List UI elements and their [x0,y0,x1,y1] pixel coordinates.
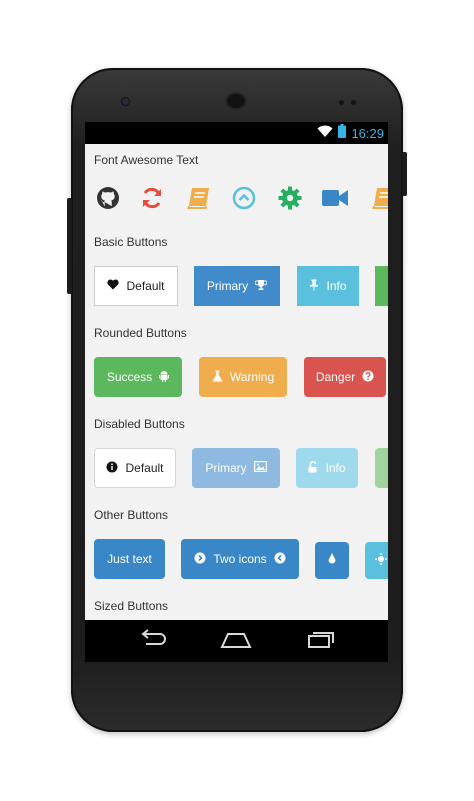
section-title-font-awesome: Font Awesome Text [94,153,199,167]
default-disabled-button[interactable]: Default [94,448,176,488]
earpiece-speaker [227,94,245,108]
two-icons-button-label: Two icons [213,552,267,566]
gear-icon [276,184,304,212]
info-button[interactable]: Info [297,266,359,306]
info-button-label: Info [326,279,347,293]
heart-icon [107,279,120,293]
refresh-icon [138,184,166,212]
primary-disabled-button[interactable]: Primary [192,448,280,488]
primary-button-label: Primary [206,279,249,293]
success-disabled-button-partial[interactable] [375,448,388,488]
back-icon[interactable] [136,628,168,655]
default-button[interactable]: Default [94,266,178,306]
primary-disabled-button-label: Primary [205,461,247,475]
success-button[interactable]: Success [94,357,182,397]
section-title-other: Other Buttons [94,508,169,522]
info-disabled-button-label: Info [325,461,346,475]
chevron-circle-left-icon [274,552,286,567]
flask-icon [212,370,223,385]
drop-icon [327,552,337,569]
android-icon [159,370,170,385]
chevron-circle-right-icon [194,552,206,567]
warning-button[interactable]: Warning [199,357,287,397]
two-icons-button[interactable]: Two icons [181,539,299,579]
warning-button-label: Warning [229,370,275,384]
success-button-partial[interactable] [375,266,388,306]
info-disabled-button[interactable]: Info [296,448,358,488]
section-title-disabled: Disabled Buttons [94,417,185,431]
just-text-button-label: Just text [107,552,152,566]
danger-button[interactable]: Danger [304,357,386,397]
info-circle-icon [106,461,118,476]
section-title-sized: Sized Buttons [94,599,169,613]
sun-button-partial[interactable] [365,542,388,579]
status-bar: 16:29 [85,122,388,144]
status-time: 16:29 [351,125,384,141]
picture-icon [253,461,267,475]
section-title-rounded: Rounded Buttons [94,326,187,340]
icon-row [85,184,388,218]
light-sensor [351,100,356,105]
proximity-sensor [339,100,344,105]
front-camera [122,98,129,105]
video-camera-icon [321,184,349,212]
volume-button [67,198,72,294]
power-button [402,152,407,196]
github-icon [94,184,122,212]
recents-icon[interactable] [305,628,337,655]
trophy-icon [254,279,268,294]
sun-icon [375,553,387,568]
app-content[interactable]: Font Awesome Text Basic Buttons Default … [85,144,388,620]
home-icon[interactable] [220,628,252,655]
book-icon [185,184,213,212]
chevron-circle-up-icon [230,184,258,212]
icon-only-button[interactable] [315,542,349,579]
pin-icon [309,279,319,294]
default-disabled-button-label: Default [125,461,164,475]
unlock-icon [308,460,318,476]
default-button-label: Default [126,279,165,293]
question-circle-icon [362,370,374,385]
success-button-label: Success [106,370,153,384]
book-icon [370,184,388,212]
section-title-basic: Basic Buttons [94,235,168,249]
just-text-button[interactable]: Just text [94,539,165,579]
primary-button[interactable]: Primary [194,266,280,306]
battery-icon [338,123,347,143]
screen: 16:29 Font Awesome Text Basic Buttons De… [85,122,388,662]
wifi-icon [317,124,333,142]
navigation-bar [85,620,388,662]
danger-button-label: Danger [315,370,356,384]
